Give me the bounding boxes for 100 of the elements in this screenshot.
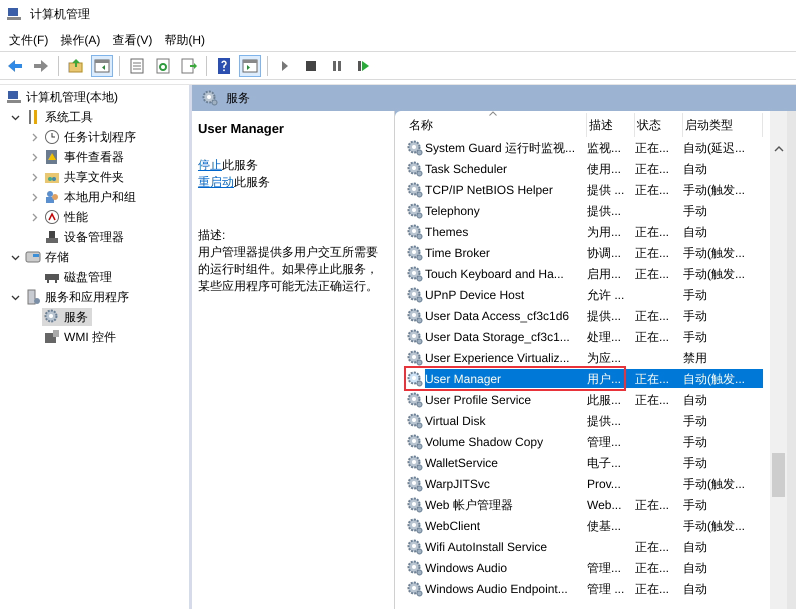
tree-item[interactable]: 磁盘管理	[42, 268, 116, 286]
table-cell-text: TCP/IP NetBIOS Helper	[425, 182, 554, 198]
table-cell-text: 电子...	[587, 454, 622, 472]
table-cell-text: 正在...	[635, 266, 670, 282]
action-link[interactable]: 重启动	[198, 174, 234, 188]
gear-icon	[407, 580, 423, 596]
table-cell-text: 用户...	[587, 370, 622, 388]
service-row[interactable]: Task Scheduler 使用... 正在... 自动	[425, 159, 763, 178]
tree-item[interactable]: 本地用户和组	[42, 188, 140, 206]
table-cell-text: 使基...	[587, 518, 622, 534]
table-cell-text: 提供...	[587, 412, 622, 430]
scrollbar-thumb[interactable]	[772, 453, 785, 497]
column-header[interactable]: 状态	[635, 113, 683, 137]
table-cell-text: 协调...	[587, 244, 622, 262]
table-cell-text: 正在...	[635, 182, 670, 198]
service-row[interactable]: WebClient 使基... 手动(触发...	[425, 516, 763, 535]
table-cell-text: User Data Access_cf3c1d6	[425, 308, 570, 324]
chevron-icon[interactable]	[11, 112, 20, 122]
service-row[interactable]: User Data Access_cf3c1d6 提供... 正在... 手动	[425, 306, 763, 325]
table-cell-text: 监视...	[587, 140, 622, 156]
service-row[interactable]: User Data Storage_cf3c1... 处理... 正在... 手动	[425, 327, 763, 346]
service-row[interactable]: Themes 为用... 正在... 自动	[425, 222, 763, 241]
table-cell-text: 手动(触发...	[683, 518, 746, 534]
table-cell-text: Web...	[587, 496, 622, 514]
table-cell-text: User Experience Virtualiz...	[425, 350, 571, 366]
gear-icon	[407, 496, 423, 512]
service-row[interactable]: Telephony 提供... 手动	[425, 201, 763, 220]
table-cell-text: Windows Audio Endpoint...	[425, 580, 569, 598]
service-row[interactable]: User Profile Service 此服... 正在... 自动	[425, 390, 763, 409]
window-title: 计算机管理	[30, 6, 90, 23]
table-cell-text: 手动(触发...	[683, 244, 746, 262]
gear-icon	[407, 392, 423, 408]
service-row[interactable]: Web 帐户管理器 Web... 正在... 手动	[425, 495, 763, 514]
tree-node-icon	[44, 229, 60, 245]
service-row[interactable]: Touch Keyboard and Ha... 启用... 正在... 手动(触发...	[425, 264, 763, 283]
tree-node-icon	[6, 89, 22, 105]
scrollbar[interactable]	[770, 111, 787, 609]
column-header[interactable]: 启动类型	[683, 113, 763, 137]
gear-icon	[407, 434, 423, 450]
service-row[interactable]: User Experience Virtualiz... 为应... 禁用	[425, 348, 763, 367]
table-cell-text: 手动	[683, 412, 708, 430]
table-cell-text: 正在...	[635, 496, 670, 514]
table-cell-text: System Guard 运行时监视...	[425, 140, 576, 156]
table-cell-text: WalletService	[425, 454, 499, 472]
chevron-icon[interactable]	[11, 292, 20, 302]
tree-item[interactable]: 计算机管理(本地)	[4, 88, 122, 106]
service-row[interactable]: UPnP Device Host 允许 ... 手动	[425, 285, 763, 304]
menu-item[interactable]: 操作(A)	[54, 28, 106, 50]
table-cell-text: User Manager	[425, 370, 502, 388]
gear-icon	[407, 286, 423, 302]
service-row[interactable]: Wifi AutoInstall Service 正在... 自动	[425, 537, 763, 556]
table-cell-text: 手动(触发...	[683, 182, 746, 198]
table-cell-text: Task Scheduler	[425, 160, 508, 178]
table-cell-text: 自动	[683, 580, 708, 598]
tree-item[interactable]: 服务	[42, 308, 92, 326]
gear-icon	[407, 224, 423, 240]
table-cell-text: 此服...	[587, 392, 622, 408]
gear-icon	[407, 560, 423, 576]
gear-icon	[407, 202, 423, 218]
table-cell-text: 自动	[683, 160, 708, 178]
tree-item[interactable]: 任务计划程序	[42, 128, 140, 146]
tree-node-icon	[44, 129, 60, 145]
tree-item[interactable]: 设备管理器	[42, 228, 128, 246]
table-cell-text: 自动(延迟...	[683, 140, 746, 156]
column-header[interactable]: 描述	[587, 113, 635, 137]
tree-item[interactable]: WMI 控件	[42, 328, 120, 346]
table-cell-text: 允许 ...	[587, 286, 626, 304]
service-row[interactable]: Windows Audio Endpoint... 管理 ... 正在... 自动	[425, 579, 763, 598]
service-row[interactable]: TCP/IP NetBIOS Helper 提供 ... 正在... 手动(触发...	[425, 180, 763, 199]
service-row[interactable]: User Manager 用户... 正在... 自动(触发...	[425, 369, 763, 388]
service-row[interactable]: Volume Shadow Copy 管理... 手动	[425, 432, 763, 451]
service-row[interactable]: Windows Audio 管理... 正在... 自动	[425, 558, 763, 577]
chevron-icon[interactable]	[11, 252, 20, 262]
table-cell-text: 正在...	[635, 308, 670, 324]
service-row[interactable]: System Guard 运行时监视... 监视... 正在... 自动(延迟...	[425, 138, 763, 157]
menu-item[interactable]: 文件(F)	[3, 28, 54, 50]
service-row[interactable]: WalletService 电子... 手动	[425, 453, 763, 472]
gear-icon	[407, 328, 423, 344]
table-cell-text: 启用...	[587, 266, 622, 282]
menu-item[interactable]: 帮助(H)	[158, 28, 211, 50]
tree-item[interactable]: 性能	[42, 208, 92, 226]
table-cell-text: 正在...	[635, 328, 670, 346]
table-cell-text: 正在...	[635, 580, 670, 598]
table-cell-text: Volume Shadow Copy	[425, 434, 544, 450]
table-cell-text: 自动	[683, 224, 708, 240]
scroll-up-icon[interactable]	[774, 145, 784, 153]
tree-item[interactable]: 事件查看器	[42, 148, 128, 166]
tree-item[interactable]: 服务和应用程序	[23, 288, 133, 306]
service-row[interactable]: Virtual Disk 提供... 手动	[425, 411, 763, 430]
tree-item[interactable]: 系统工具	[23, 108, 97, 126]
tree-item[interactable]: 共享文件夹	[42, 168, 128, 186]
gear-icon	[407, 476, 423, 492]
table-cell-text: WebClient	[425, 518, 482, 534]
action-link[interactable]: 停止	[198, 158, 222, 172]
menu-item[interactable]: 查看(V)	[106, 28, 158, 50]
service-row[interactable]: Time Broker 协调... 正在... 手动(触发...	[425, 243, 763, 262]
service-row[interactable]: WarpJITSvc Prov... 手动(触发...	[425, 474, 763, 493]
table-cell-text: 手动	[683, 202, 708, 220]
column-header[interactable]: 名称	[407, 113, 587, 137]
tree-item[interactable]: 存储	[23, 248, 73, 266]
